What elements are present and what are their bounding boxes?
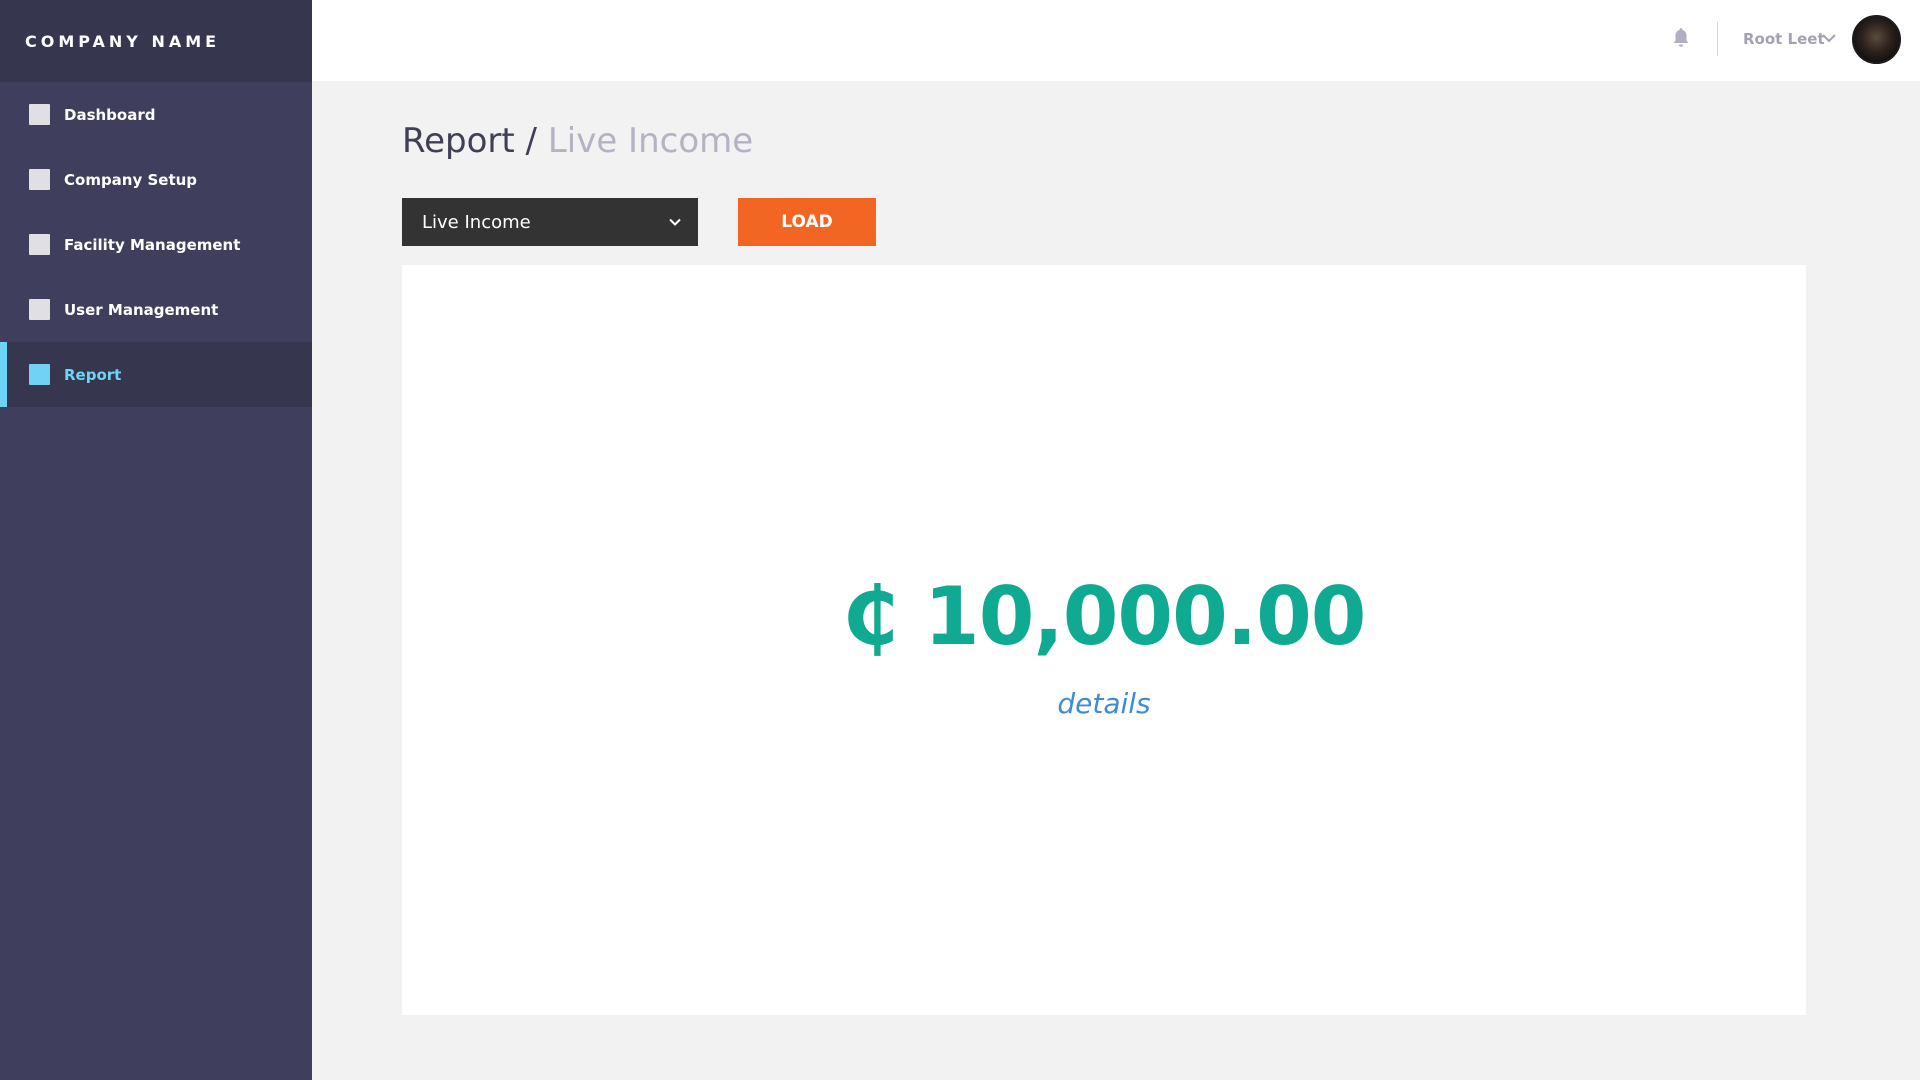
main-content: Report / Live Income Live Income LOAD ₵ … (312, 81, 1920, 1080)
sidebar-item-label: Report (64, 365, 122, 384)
square-icon (29, 104, 50, 125)
income-amount: ₵ 10,000.00 (842, 570, 1367, 663)
chevron-down-icon[interactable] (1821, 30, 1837, 46)
report-type-selected: Live Income (422, 211, 531, 233)
breadcrumb-current: Live Income (547, 121, 754, 161)
breadcrumb-separator: / (525, 121, 537, 161)
square-icon (29, 364, 50, 385)
sidebar-item-user-management[interactable]: User Management (0, 277, 312, 342)
report-card: ₵ 10,000.00 details (402, 265, 1806, 1015)
sidebar-item-company-setup[interactable]: Company Setup (0, 147, 312, 212)
sidebar-nav: Dashboard Company Setup Facility Managem… (0, 82, 312, 407)
square-icon (29, 234, 50, 255)
sidebar-item-facility-management[interactable]: Facility Management (0, 212, 312, 277)
report-type-select[interactable]: Live Income (402, 198, 698, 246)
sidebar-item-label: Dashboard (64, 105, 156, 124)
sidebar-item-label: User Management (64, 300, 219, 319)
company-brand: COMPANY NAME (0, 0, 312, 82)
square-icon (29, 169, 50, 190)
breadcrumb-root: Report (402, 121, 515, 161)
chevron-down-icon (669, 218, 681, 226)
sidebar-item-dashboard[interactable]: Dashboard (0, 82, 312, 147)
sidebar-item-label: Company Setup (64, 170, 198, 189)
sidebar-item-report[interactable]: Report (0, 342, 312, 407)
sidebar: COMPANY NAME Dashboard Company Setup Fac… (0, 0, 312, 1080)
details-link[interactable]: details (402, 687, 1806, 720)
square-icon (29, 299, 50, 320)
app: COMPANY NAME Dashboard Company Setup Fac… (0, 0, 1920, 1080)
topbar: Root Leet (312, 0, 1920, 81)
avatar[interactable] (1852, 15, 1901, 64)
sidebar-item-label: Facility Management (64, 235, 241, 254)
bell-icon[interactable] (1672, 27, 1690, 49)
user-name[interactable]: Root Leet (1743, 30, 1825, 48)
page-title: Report / Live Income (402, 121, 753, 161)
load-button[interactable]: LOAD (738, 198, 876, 246)
topbar-divider (1717, 22, 1718, 56)
